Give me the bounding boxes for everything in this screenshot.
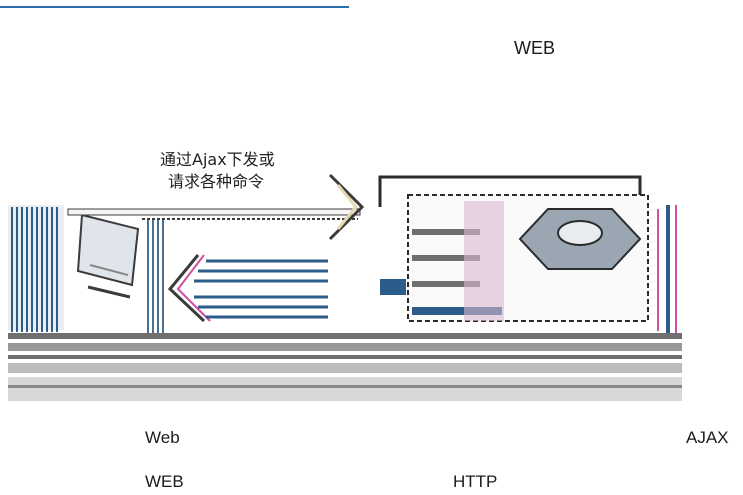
- caption-web-2: WEB: [145, 472, 184, 491]
- command-label-line1: 通过Ajax下发或: [160, 150, 275, 169]
- bottom-bands: [8, 333, 682, 401]
- top-divider-line: [0, 6, 349, 8]
- caption-ajax: AJAX: [686, 428, 729, 447]
- caption-web: Web: [145, 428, 180, 447]
- command-label-line2: 请求各种命令: [168, 172, 264, 191]
- web-ajax-diagram: 通过Ajax下发或 请求各种命令: [8, 150, 682, 401]
- section-heading: WEB: [514, 38, 556, 58]
- caption-http: HTTP: [453, 472, 498, 491]
- left-striped-panel: [8, 205, 64, 332]
- computer-monitor-icon: [76, 213, 140, 299]
- response-arrow: [167, 254, 406, 323]
- server-frame: [378, 175, 677, 333]
- middle-striped-column: [147, 219, 164, 337]
